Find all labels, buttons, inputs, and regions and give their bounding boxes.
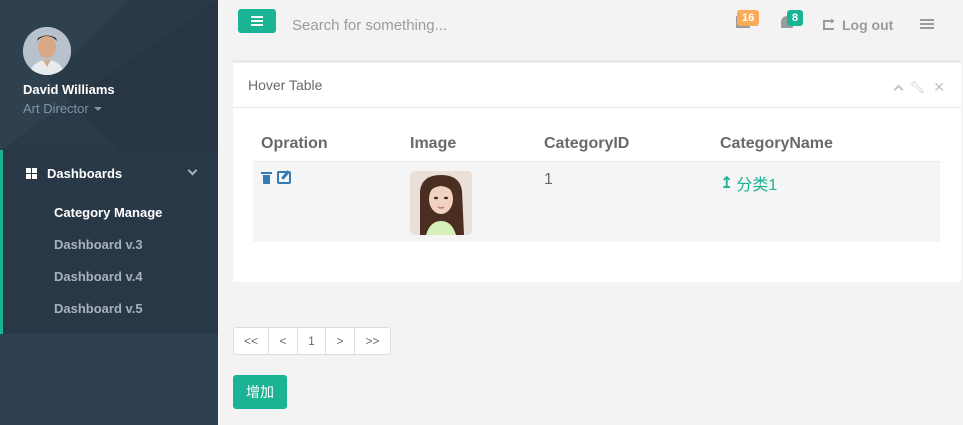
category-name-cell: ↥ 分类1: [712, 161, 940, 242]
pagination-next[interactable]: >: [325, 327, 355, 355]
pagination-first[interactable]: <<: [233, 327, 269, 355]
category-name-label: 分类1: [736, 177, 778, 194]
panel-divider: [233, 107, 961, 108]
hover-table-panel: Hover Table 🔧︎ ✕ Opration Image Category…: [233, 60, 961, 282]
panel-title: Hover Table: [248, 77, 323, 93]
logout-label: Log out: [842, 17, 894, 33]
category-table: Opration Image CategoryID CategoryName 1…: [253, 128, 940, 242]
sign-out-icon: [823, 16, 835, 30]
operation-cell: [253, 161, 402, 242]
sidebar: David Williams Art Director Dashboards C…: [0, 0, 218, 425]
pagination-last[interactable]: >>: [354, 327, 391, 355]
logout-link[interactable]: Log out: [823, 16, 894, 33]
sidebar-item-dashboard-v4[interactable]: Dashboard v.4: [54, 269, 143, 284]
pagination: << < 1 > >>: [233, 327, 391, 355]
category-name-link[interactable]: ↥ 分类1: [720, 171, 932, 195]
wrench-icon[interactable]: 🔧︎: [910, 80, 925, 94]
edit-icon[interactable]: [277, 171, 291, 184]
add-button[interactable]: 增加: [233, 375, 287, 409]
column-header-category-id: CategoryID: [536, 128, 712, 162]
table-row[interactable]: 1 ↥ 分类1: [253, 161, 940, 242]
th-large-icon: [26, 168, 38, 179]
column-header-operation: Opration: [253, 128, 402, 162]
chevron-up-icon[interactable]: [893, 84, 904, 94]
category-image: [410, 171, 472, 235]
user-role-dropdown[interactable]: Art Director: [23, 101, 102, 116]
user-name[interactable]: David Williams: [23, 82, 115, 97]
messages-count-badge: 16: [737, 10, 760, 26]
close-icon[interactable]: ✕: [933, 80, 945, 94]
search-input[interactable]: [292, 14, 672, 36]
caret-down-icon: [93, 106, 102, 111]
category-id-cell: 1: [536, 161, 712, 242]
user-role-label: Art Director: [23, 101, 89, 116]
image-cell: [402, 161, 536, 242]
panel-tools: 🔧︎ ✕: [893, 80, 945, 94]
column-header-category-name: CategoryName: [712, 128, 940, 162]
sidebar-item-dashboard-v3[interactable]: Dashboard v.3: [54, 237, 143, 252]
pagination-page[interactable]: 1: [297, 327, 326, 355]
level-up-icon: ↥: [720, 175, 734, 192]
sidebar-item-dashboard-v5[interactable]: Dashboard v.5: [54, 301, 143, 316]
profile-header: David Williams Art Director: [0, 0, 218, 150]
trash-icon[interactable]: [261, 171, 272, 184]
alerts-count-badge: 8: [787, 10, 804, 26]
avatar[interactable]: [23, 27, 71, 75]
nav-dashboards[interactable]: Dashboards: [26, 166, 122, 181]
category-thumbnail[interactable]: [410, 171, 472, 235]
table-header-row: Opration Image CategoryID CategoryName: [253, 128, 940, 162]
column-header-image: Image: [402, 128, 536, 162]
avatar-image: [23, 27, 71, 75]
pagination-prev[interactable]: <: [268, 327, 298, 355]
tasks-icon[interactable]: [920, 19, 934, 30]
nav-dashboards-label: Dashboards: [47, 166, 123, 181]
sidebar-item-category-manage[interactable]: Category Manage: [54, 205, 162, 220]
menu-toggle-button[interactable]: [238, 9, 276, 33]
